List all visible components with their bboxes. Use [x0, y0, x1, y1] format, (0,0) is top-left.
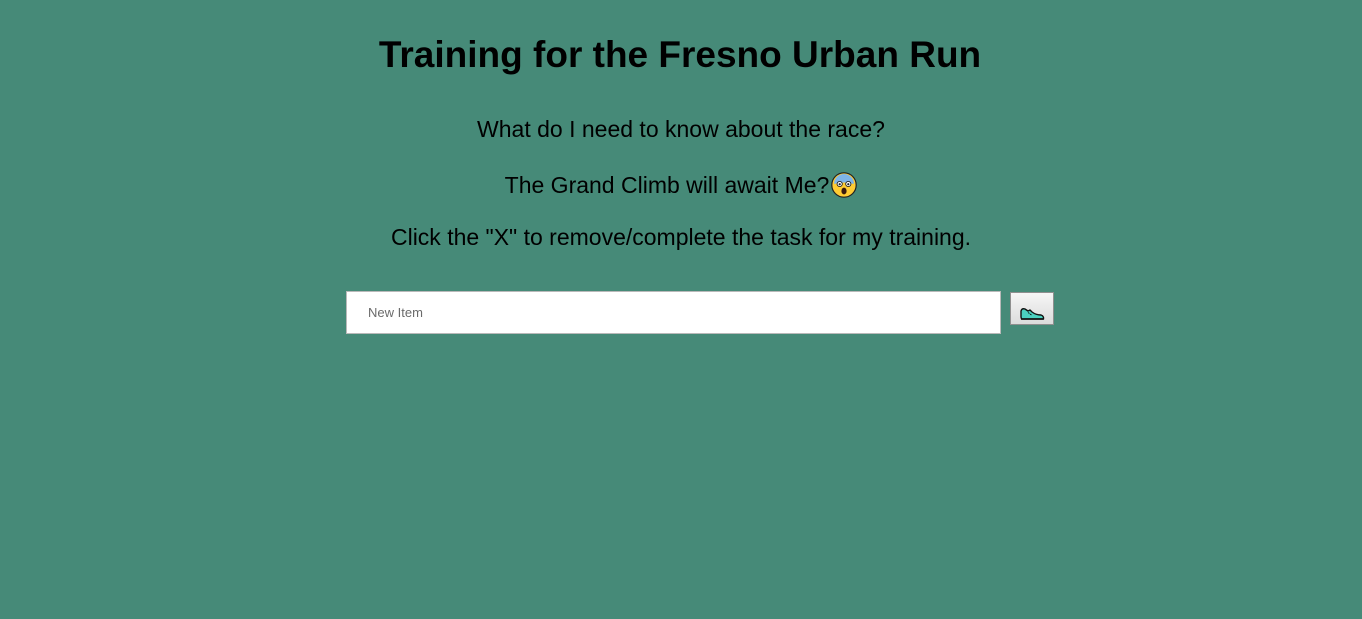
page-title: Training for the Fresno Urban Run	[378, 34, 982, 75]
running-shoe-icon	[1020, 307, 1045, 320]
face-screaming-in-fear-icon	[831, 172, 858, 198]
grand-climb-text: The Grand Climb will await Me?	[504, 172, 830, 198]
page: Training for the Fresno Urban Run What d…	[0, 0, 1362, 619]
add-item-button[interactable]	[1010, 292, 1054, 325]
grand-climb-line: The Grand Climb will await Me?	[0, 171, 1362, 199]
instructions: Click the "X" to remove/complete the tas…	[390, 224, 972, 250]
race-question: What do I need to know about the race?	[477, 116, 885, 142]
new-item-input[interactable]	[346, 291, 1001, 334]
